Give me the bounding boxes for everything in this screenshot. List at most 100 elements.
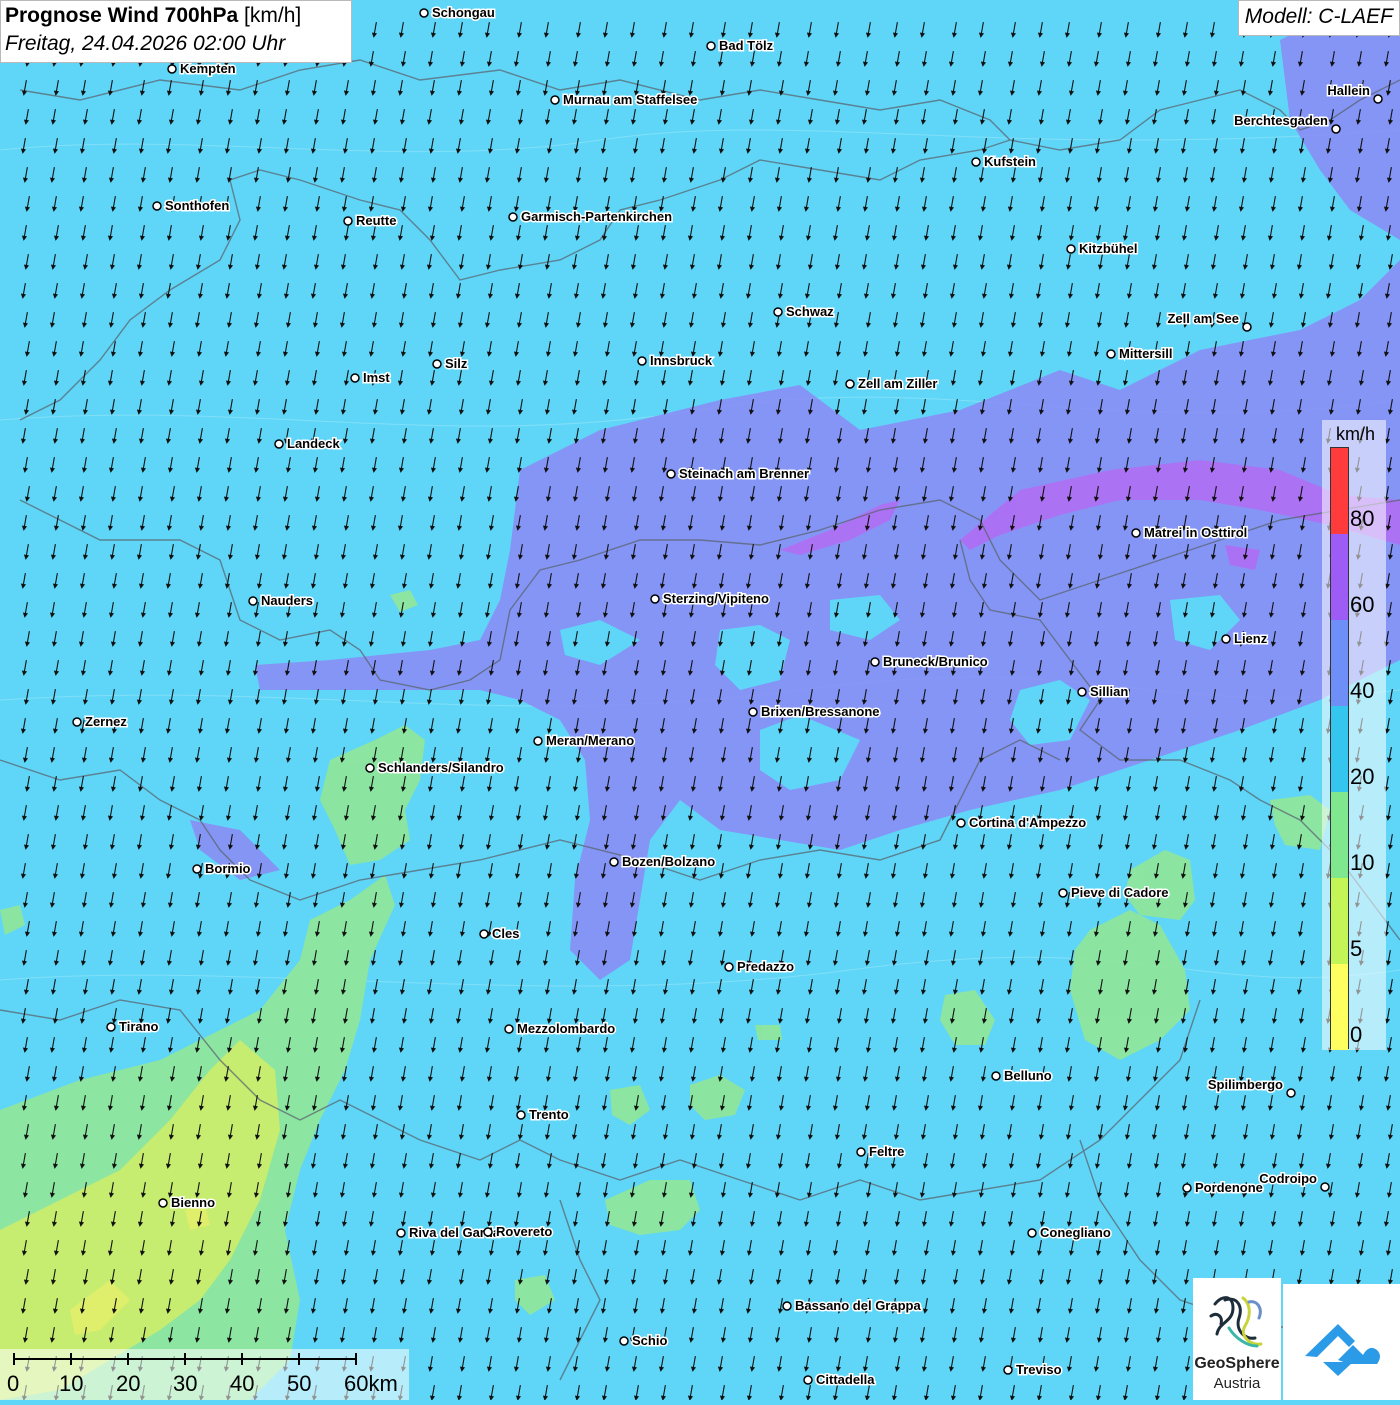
city-marker-icon — [72, 717, 82, 727]
city-label: Schongau — [432, 5, 495, 20]
city-marker[interactable]: Conegliano — [1027, 1224, 1112, 1242]
legend-color-step — [1331, 534, 1348, 620]
city-label: Zell am See — [1167, 311, 1239, 326]
city-marker-icon — [343, 216, 353, 226]
city-label: Conegliano — [1040, 1225, 1111, 1240]
city-label: Bad Tölz — [719, 38, 774, 53]
city-label: Treviso — [1016, 1362, 1062, 1377]
scale-bar: 0 10 20 30 40 50 60km — [0, 1349, 409, 1400]
city-label: Imst — [363, 370, 390, 385]
legend-tick-label: 40 — [1350, 678, 1375, 703]
city-marker[interactable]: Mezzolombardo — [504, 1020, 617, 1038]
city-label: Zernez — [85, 714, 127, 729]
city-marker[interactable]: Schongau — [419, 4, 496, 22]
city-marker[interactable]: Steinach am Brenner — [666, 465, 811, 483]
color-legend: km/h 80 60 40 20 10 5 0 — [1322, 420, 1386, 1050]
city-marker-icon — [516, 1110, 526, 1120]
legend-tick-label: 10 — [1350, 850, 1375, 875]
city-marker-icon — [432, 359, 442, 369]
legend-unit: km/h — [1336, 424, 1376, 444]
city-label: Garmisch-Partenkirchen — [521, 209, 672, 224]
scale-label: 60km — [344, 1371, 398, 1396]
city-label: Rovereto — [496, 1224, 552, 1239]
city-label: Kempten — [180, 61, 236, 76]
legend-color-step — [1331, 620, 1348, 706]
city-label: Trento — [529, 1107, 569, 1122]
city-marker[interactable]: Schlanders/Silandro — [365, 759, 505, 777]
map-title-unit: [km/h] — [244, 4, 302, 27]
legend-color-step — [1331, 792, 1348, 878]
city-marker[interactable]: Pordenone — [1182, 1179, 1264, 1197]
city-marker[interactable]: Pieve di Cadore — [1058, 884, 1170, 902]
city-marker[interactable]: Murnau am Staffelsee — [550, 91, 699, 109]
city-marker[interactable]: Garmisch-Partenkirchen — [508, 208, 674, 226]
city-label: Murnau am Staffelsee — [563, 92, 697, 107]
scale-label: 20 — [116, 1371, 141, 1396]
city-label: Feltre — [869, 1144, 904, 1159]
city-marker[interactable]: Bozen/Bolzano — [609, 853, 717, 871]
city-marker-icon — [991, 1071, 1001, 1081]
city-marker-icon — [192, 864, 202, 874]
city-label: Predazzo — [737, 959, 794, 974]
legend-tick-label: 80 — [1350, 506, 1375, 531]
city-marker-icon — [1242, 322, 1252, 332]
forecast-datetime: Freitag, 24.04.2026 02:00 Uhr — [5, 32, 286, 55]
city-label: Bassano del Grappa — [795, 1298, 921, 1313]
city-marker-icon — [609, 857, 619, 867]
city-label: Bozen/Bolzano — [622, 854, 715, 869]
city-marker[interactable]: Brixen/Bressanone — [748, 703, 881, 721]
city-marker-icon — [167, 64, 177, 74]
city-label: Cortina d'Ampezzo — [969, 815, 1086, 830]
city-label: Meran/Merano — [546, 733, 634, 748]
city-label: Mezzolombardo — [517, 1021, 615, 1036]
city-label: Hallein — [1327, 83, 1370, 98]
city-marker-icon — [483, 1227, 493, 1237]
city-marker-icon — [845, 379, 855, 389]
city-marker-icon — [158, 1198, 168, 1208]
city-label: Kufstein — [984, 154, 1036, 169]
scale-labels: 0 10 20 30 40 50 60km — [0, 1371, 409, 1399]
title-box: Prognose Wind 700hPa [km/h] Freitag, 24.… — [0, 0, 352, 63]
city-marker[interactable]: Bruneck/Brunico — [870, 653, 989, 671]
city-marker-icon — [956, 818, 966, 828]
legend-tick-label: 20 — [1350, 764, 1375, 789]
app-logo[interactable] — [1283, 1284, 1400, 1400]
map-title-main: Prognose Wind 700hPa — [5, 4, 239, 27]
city-marker-icon — [550, 95, 560, 105]
city-marker-icon — [419, 8, 429, 18]
city-marker-icon — [1373, 94, 1383, 104]
scale-label: 40 — [230, 1371, 255, 1396]
geosphere-logo[interactable]: GeoSphere Austria — [1193, 1278, 1281, 1400]
city-marker[interactable]: Innsbruck — [637, 352, 714, 370]
city-marker-icon — [724, 962, 734, 972]
city-marker[interactable]: Sonthofen — [152, 197, 231, 215]
city-marker[interactable]: Zell am Ziller — [845, 375, 939, 393]
city-marker-icon — [1286, 1088, 1296, 1098]
city-label: Pieve di Cadore — [1071, 885, 1169, 900]
city-marker-icon — [508, 212, 518, 222]
city-marker-icon — [650, 594, 660, 604]
city-label: Landeck — [287, 436, 341, 451]
city-marker-icon — [533, 736, 543, 746]
map-title: Prognose Wind 700hPa [km/h] — [5, 4, 347, 28]
city-marker-icon — [870, 657, 880, 667]
wind-map[interactable]: Schongau Bad Tölz Kempten Murnau am Staffel… — [0, 0, 1400, 1400]
app-cloud-icon — [1305, 1324, 1380, 1376]
city-marker-icon — [748, 707, 758, 717]
city-marker-icon — [856, 1147, 866, 1157]
city-marker-icon — [504, 1024, 514, 1034]
city-label: Schwaz — [786, 304, 834, 319]
city-marker-icon — [1131, 528, 1141, 538]
city-marker[interactable]: Cortina d'Ampezzo — [956, 814, 1088, 832]
city-marker[interactable]: Sterzing/Vipiteno — [650, 590, 770, 608]
city-marker[interactable]: Bassano del Grappa — [782, 1297, 923, 1315]
city-label: Schlanders/Silandro — [378, 760, 504, 775]
legend-color-bar — [1330, 447, 1349, 1050]
city-marker[interactable]: Matrei in Osttirol — [1131, 524, 1249, 542]
city-marker-icon — [106, 1022, 116, 1032]
legend-tick-label: 5 — [1350, 936, 1363, 961]
city-marker[interactable]: Meran/Merano — [533, 732, 636, 750]
city-label: Tirano — [119, 1019, 159, 1034]
city-label: Zell am Ziller — [858, 376, 937, 391]
legend-color-step — [1331, 706, 1348, 792]
